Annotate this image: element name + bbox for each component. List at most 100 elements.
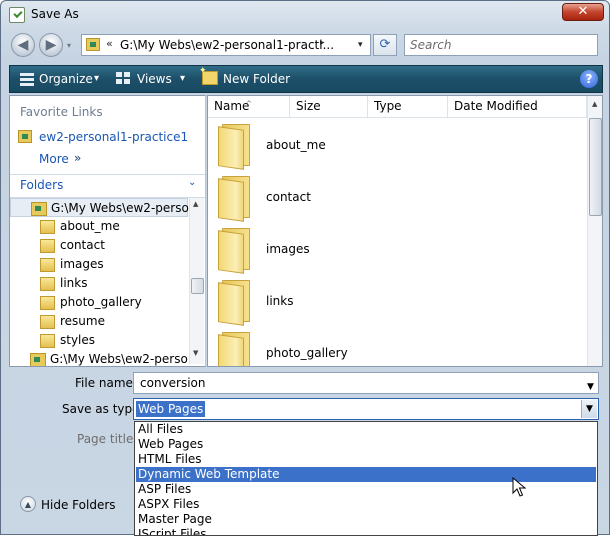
- file-name: images: [266, 242, 310, 256]
- file-list-item[interactable]: about_me: [216, 120, 576, 172]
- navigation-pane: Favorite Links ew2-personal1-practice1 M…: [9, 95, 206, 367]
- scroll-thumb[interactable]: [589, 118, 602, 216]
- new-folder-button[interactable]: New Folder: [223, 72, 290, 86]
- address-bar[interactable]: « G:\My Webs\ew2-personal1-practi... ▸ ▾: [81, 34, 371, 56]
- dropdown-option[interactable]: HTML Files: [136, 452, 596, 467]
- tree-item-root[interactable]: G:\My Webs\ew2-persona: [10, 198, 204, 217]
- drive-icon: [18, 130, 32, 143]
- file-name: links: [266, 294, 294, 308]
- close-button[interactable]: ✕: [562, 3, 604, 21]
- more-link[interactable]: More: [39, 152, 69, 166]
- tree-item-label: images: [60, 257, 104, 271]
- help-icon[interactable]: ?: [580, 70, 598, 88]
- tree-item[interactable]: resume: [10, 312, 188, 331]
- tree-item[interactable]: styles: [10, 331, 188, 350]
- address-overflow-chevron[interactable]: «: [106, 37, 113, 50]
- file-name-value: conversion: [140, 376, 206, 390]
- dropdown-option[interactable]: Master Page: [136, 512, 596, 527]
- save-as-type-label: Save as type:: [62, 402, 144, 416]
- chevron-down-icon[interactable]: ▼: [581, 400, 597, 418]
- tree-item-label: resume: [60, 314, 105, 328]
- chevron-down-icon[interactable]: ▼: [587, 377, 594, 397]
- favorite-link[interactable]: ew2-personal1-practice1: [39, 130, 188, 144]
- address-dropdown-icon[interactable]: ▾: [358, 40, 363, 50]
- sort-arrow-icon: ^: [246, 100, 252, 108]
- refresh-button[interactable]: ⟳: [373, 34, 397, 56]
- more-chevron-icon[interactable]: »: [74, 151, 81, 165]
- folder-icon: [40, 220, 55, 234]
- tree-item-label: G:\My Webs\ew2-persona: [51, 201, 204, 215]
- tree-item-label: G:\My Webs\ew2-persona: [50, 352, 188, 366]
- folders-heading[interactable]: Folders: [20, 178, 63, 192]
- folder-icon: [40, 315, 55, 329]
- tree-item[interactable]: contact: [10, 236, 188, 255]
- mouse-cursor-icon: [512, 477, 527, 497]
- dropdown-option[interactable]: ASPX Files: [136, 497, 596, 512]
- scroll-thumb[interactable]: [191, 278, 204, 294]
- address-segment-arrow[interactable]: ▸: [320, 38, 325, 48]
- folder-icon: [40, 296, 55, 310]
- back-button[interactable]: ◀: [11, 33, 35, 57]
- save-as-type-dropdown-list: All Files Web Pages HTML Files Dynamic W…: [134, 421, 598, 536]
- address-path[interactable]: G:\My Webs\ew2-personal1-practi...: [120, 38, 334, 52]
- folder-icon: [218, 228, 250, 274]
- organize-button[interactable]: Organize: [39, 72, 93, 86]
- column-header-size[interactable]: Size: [290, 96, 368, 118]
- folder-icon: [218, 332, 250, 366]
- views-caret-icon[interactable]: ▾: [180, 73, 185, 84]
- chevron-down-icon[interactable]: ⌄: [188, 177, 196, 188]
- folder-icon: [40, 258, 55, 272]
- tree-item[interactable]: images: [10, 255, 188, 274]
- file-name: contact: [266, 190, 311, 204]
- column-header-date-modified[interactable]: Date Modified: [448, 96, 587, 118]
- tree-item[interactable]: about_me: [10, 217, 188, 236]
- tree-item-label: about_me: [60, 219, 120, 233]
- new-folder-icon: [199, 66, 218, 85]
- search-input[interactable]: Search: [404, 34, 598, 56]
- scroll-up-arrow[interactable]: ▲: [193, 200, 198, 208]
- file-name-input[interactable]: conversion ▼: [133, 372, 599, 394]
- file-list-item[interactable]: images: [216, 224, 576, 276]
- hide-folders-button[interactable]: Hide Folders: [41, 498, 116, 512]
- folder-icon: [218, 124, 250, 170]
- column-header-name[interactable]: Name ^: [208, 96, 290, 118]
- page-title-label: Page title:: [77, 432, 138, 446]
- save-as-type-select[interactable]: Web Pages ▼: [133, 398, 599, 420]
- tree-item-label: contact: [60, 238, 105, 252]
- tree-item-label: styles: [60, 333, 96, 347]
- scroll-up-arrow[interactable]: ▲: [592, 100, 597, 108]
- organize-caret-icon[interactable]: ▾: [94, 73, 99, 84]
- file-list-pane: Name ^ Size Type Date Modified about_me …: [207, 95, 603, 367]
- file-name: photo_gallery: [266, 346, 348, 360]
- folder-icon: [218, 176, 250, 222]
- save-as-dialog: Save As ✕ ◀ ▶ ▾ « G:\My Webs\ew2-persona…: [0, 0, 610, 536]
- file-list-scrollbar[interactable]: ▲: [587, 96, 602, 366]
- folder-icon: [218, 280, 250, 326]
- views-button[interactable]: Views: [137, 72, 172, 86]
- drive-icon: [86, 38, 100, 51]
- forward-button[interactable]: ▶: [39, 33, 63, 57]
- views-icon: [116, 72, 130, 85]
- hide-folders-icon[interactable]: ▲: [20, 496, 36, 512]
- recent-pages-dropdown[interactable]: ▾: [67, 41, 71, 50]
- column-header-label: Name: [214, 99, 250, 113]
- drive-icon: [30, 353, 46, 366]
- dropdown-option[interactable]: Web Pages: [136, 437, 596, 452]
- tree-item-label: photo_gallery: [60, 295, 142, 309]
- column-header-type[interactable]: Type: [368, 96, 448, 118]
- folder-icon: [40, 239, 55, 253]
- tree-item[interactable]: links: [10, 274, 188, 293]
- folder-tree-scrollbar[interactable]: ▲ ▼: [189, 198, 204, 364]
- file-list-item[interactable]: contact: [216, 172, 576, 224]
- tree-item[interactable]: photo_gallery: [10, 293, 188, 312]
- command-toolbar: Organize ▾ Views ▾ New Folder ?: [9, 65, 603, 93]
- file-name-label: File name:: [75, 376, 137, 390]
- tree-item[interactable]: G:\My Webs\ew2-persona: [10, 350, 188, 366]
- app-icon: [9, 7, 25, 23]
- favorite-links-heading: Favorite Links: [20, 105, 103, 119]
- dropdown-option[interactable]: All Files: [136, 422, 596, 437]
- file-list-item[interactable]: photo_gallery: [216, 328, 576, 366]
- scroll-down-arrow[interactable]: ▼: [193, 349, 198, 357]
- tree-item-label: links: [60, 276, 88, 290]
- file-list-item[interactable]: links: [216, 276, 576, 328]
